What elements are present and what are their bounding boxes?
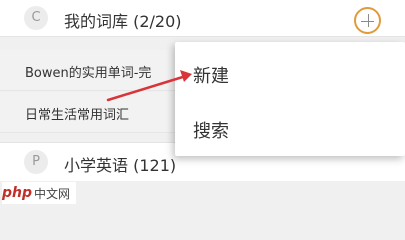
wordbook-title: 我的词库 (2/20) (64, 12, 182, 31)
section-title: 小学英语 (121) (64, 156, 177, 175)
menu-item-new[interactable]: 新建 (193, 62, 229, 88)
watermark-text: 中文网 (34, 186, 71, 201)
add-icon[interactable] (354, 7, 381, 34)
header-row: C 我的词库 (2/20) (0, 0, 405, 37)
list-item-label: 日常生活常用词汇 (25, 108, 130, 123)
list-item-label: Bowen的实用单词-完 (25, 66, 152, 81)
watermark-logo: php (2, 185, 33, 201)
menu-item-search[interactable]: 搜索 (193, 117, 229, 143)
add-menu-popup: 新建 搜索 (175, 42, 405, 156)
section-avatar: P (24, 150, 48, 174)
header-avatar: C (24, 6, 48, 30)
watermark: php 中文网 (2, 182, 77, 204)
